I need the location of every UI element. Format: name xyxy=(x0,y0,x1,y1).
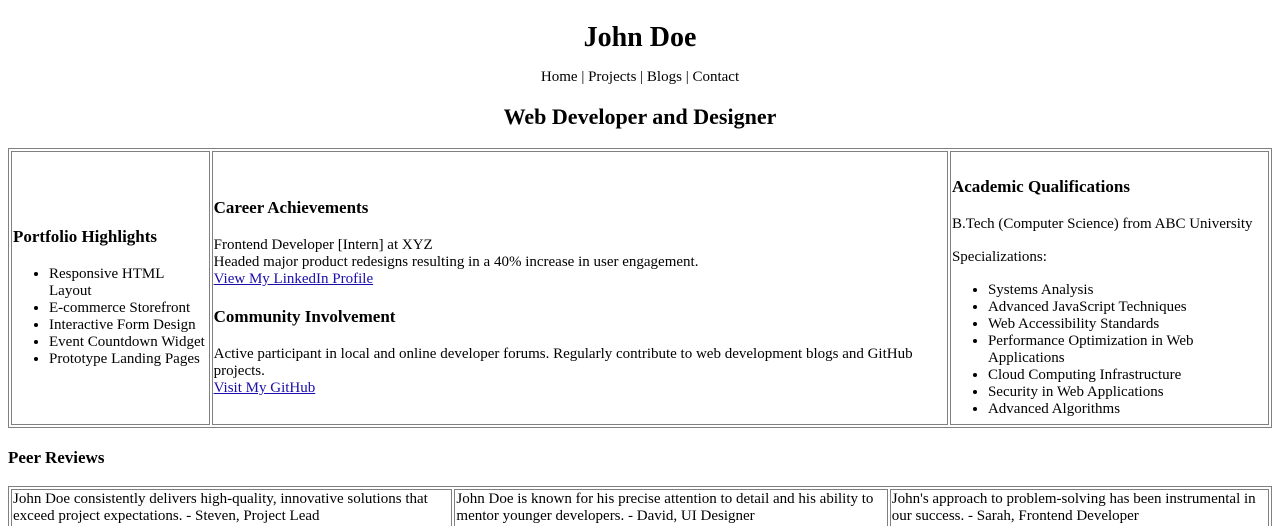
page-title: John Doe xyxy=(583,22,697,53)
specializations-list: Systems Analysis Advanced JavaScript Tec… xyxy=(952,282,1267,418)
portfolio-cell: Portfolio Highlights Responsive HTML Lay… xyxy=(11,151,210,425)
nav-link-blogs[interactable]: Blogs xyxy=(647,69,682,85)
nav-link-projects[interactable]: Projects xyxy=(588,69,636,85)
list-item: Cloud Computing Infrastructure xyxy=(988,367,1267,384)
list-item: Interactive Form Design xyxy=(49,317,208,334)
career-description: Headed major product redesigns resulting… xyxy=(213,254,699,270)
academic-heading: Academic Qualifications xyxy=(951,177,1130,196)
degree-text: B.Tech (Computer Science) from ABC Unive… xyxy=(951,216,1253,232)
list-item: Prototype Landing Pages xyxy=(49,351,208,368)
nav-link-home[interactable]: Home xyxy=(541,69,578,85)
list-item: Web Accessibility Standards xyxy=(988,316,1267,333)
community-heading: Community Involvement xyxy=(213,307,396,326)
list-item: Advanced JavaScript Techniques xyxy=(988,299,1267,316)
nav-link-contact[interactable]: Contact xyxy=(692,69,739,85)
profile-table: Portfolio Highlights Responsive HTML Lay… xyxy=(8,148,1272,428)
page-subtitle: Web Developer and Designer xyxy=(503,104,777,129)
list-item: Responsive HTML Layout xyxy=(49,266,208,300)
list-item: E-commerce Storefront xyxy=(49,300,208,317)
list-item: Systems Analysis xyxy=(988,282,1267,299)
career-cell: Career Achievements Frontend Developer [… xyxy=(211,151,948,425)
nav-separator: | xyxy=(640,69,644,85)
reviews-heading: Peer Reviews xyxy=(8,448,105,467)
specializations-label: Specializations: xyxy=(951,249,1047,265)
nav-separator: | xyxy=(685,69,689,85)
portfolio-heading: Portfolio Highlights xyxy=(13,227,158,246)
list-item: Security in Web Applications xyxy=(988,384,1267,401)
main-nav: Home | Projects | Blogs | Contact xyxy=(8,68,1272,86)
review-cell: John Doe is known for his precise attent… xyxy=(454,489,888,526)
community-description: Active participant in local and online d… xyxy=(213,346,913,379)
list-item: Event Countdown Widget xyxy=(49,334,208,351)
list-item: Performance Optimization in Web Applicat… xyxy=(988,333,1267,367)
academic-cell: Academic Qualifications B.Tech (Computer… xyxy=(949,151,1269,425)
reviews-table: John Doe consistently delivers high-qual… xyxy=(8,486,1272,526)
career-role: Frontend Developer [Intern] at XYZ xyxy=(213,237,433,253)
portfolio-list: Responsive HTML Layout E-commerce Storef… xyxy=(13,266,208,368)
review-cell: John Doe consistently delivers high-qual… xyxy=(11,489,453,526)
linkedin-link[interactable]: View My LinkedIn Profile xyxy=(214,271,374,287)
github-link[interactable]: Visit My GitHub xyxy=(214,380,316,396)
review-cell: John's approach to problem-solving has b… xyxy=(889,489,1269,526)
nav-separator: | xyxy=(581,69,585,85)
career-heading: Career Achievements xyxy=(213,198,369,217)
list-item: Advanced Algorithms xyxy=(988,401,1267,418)
